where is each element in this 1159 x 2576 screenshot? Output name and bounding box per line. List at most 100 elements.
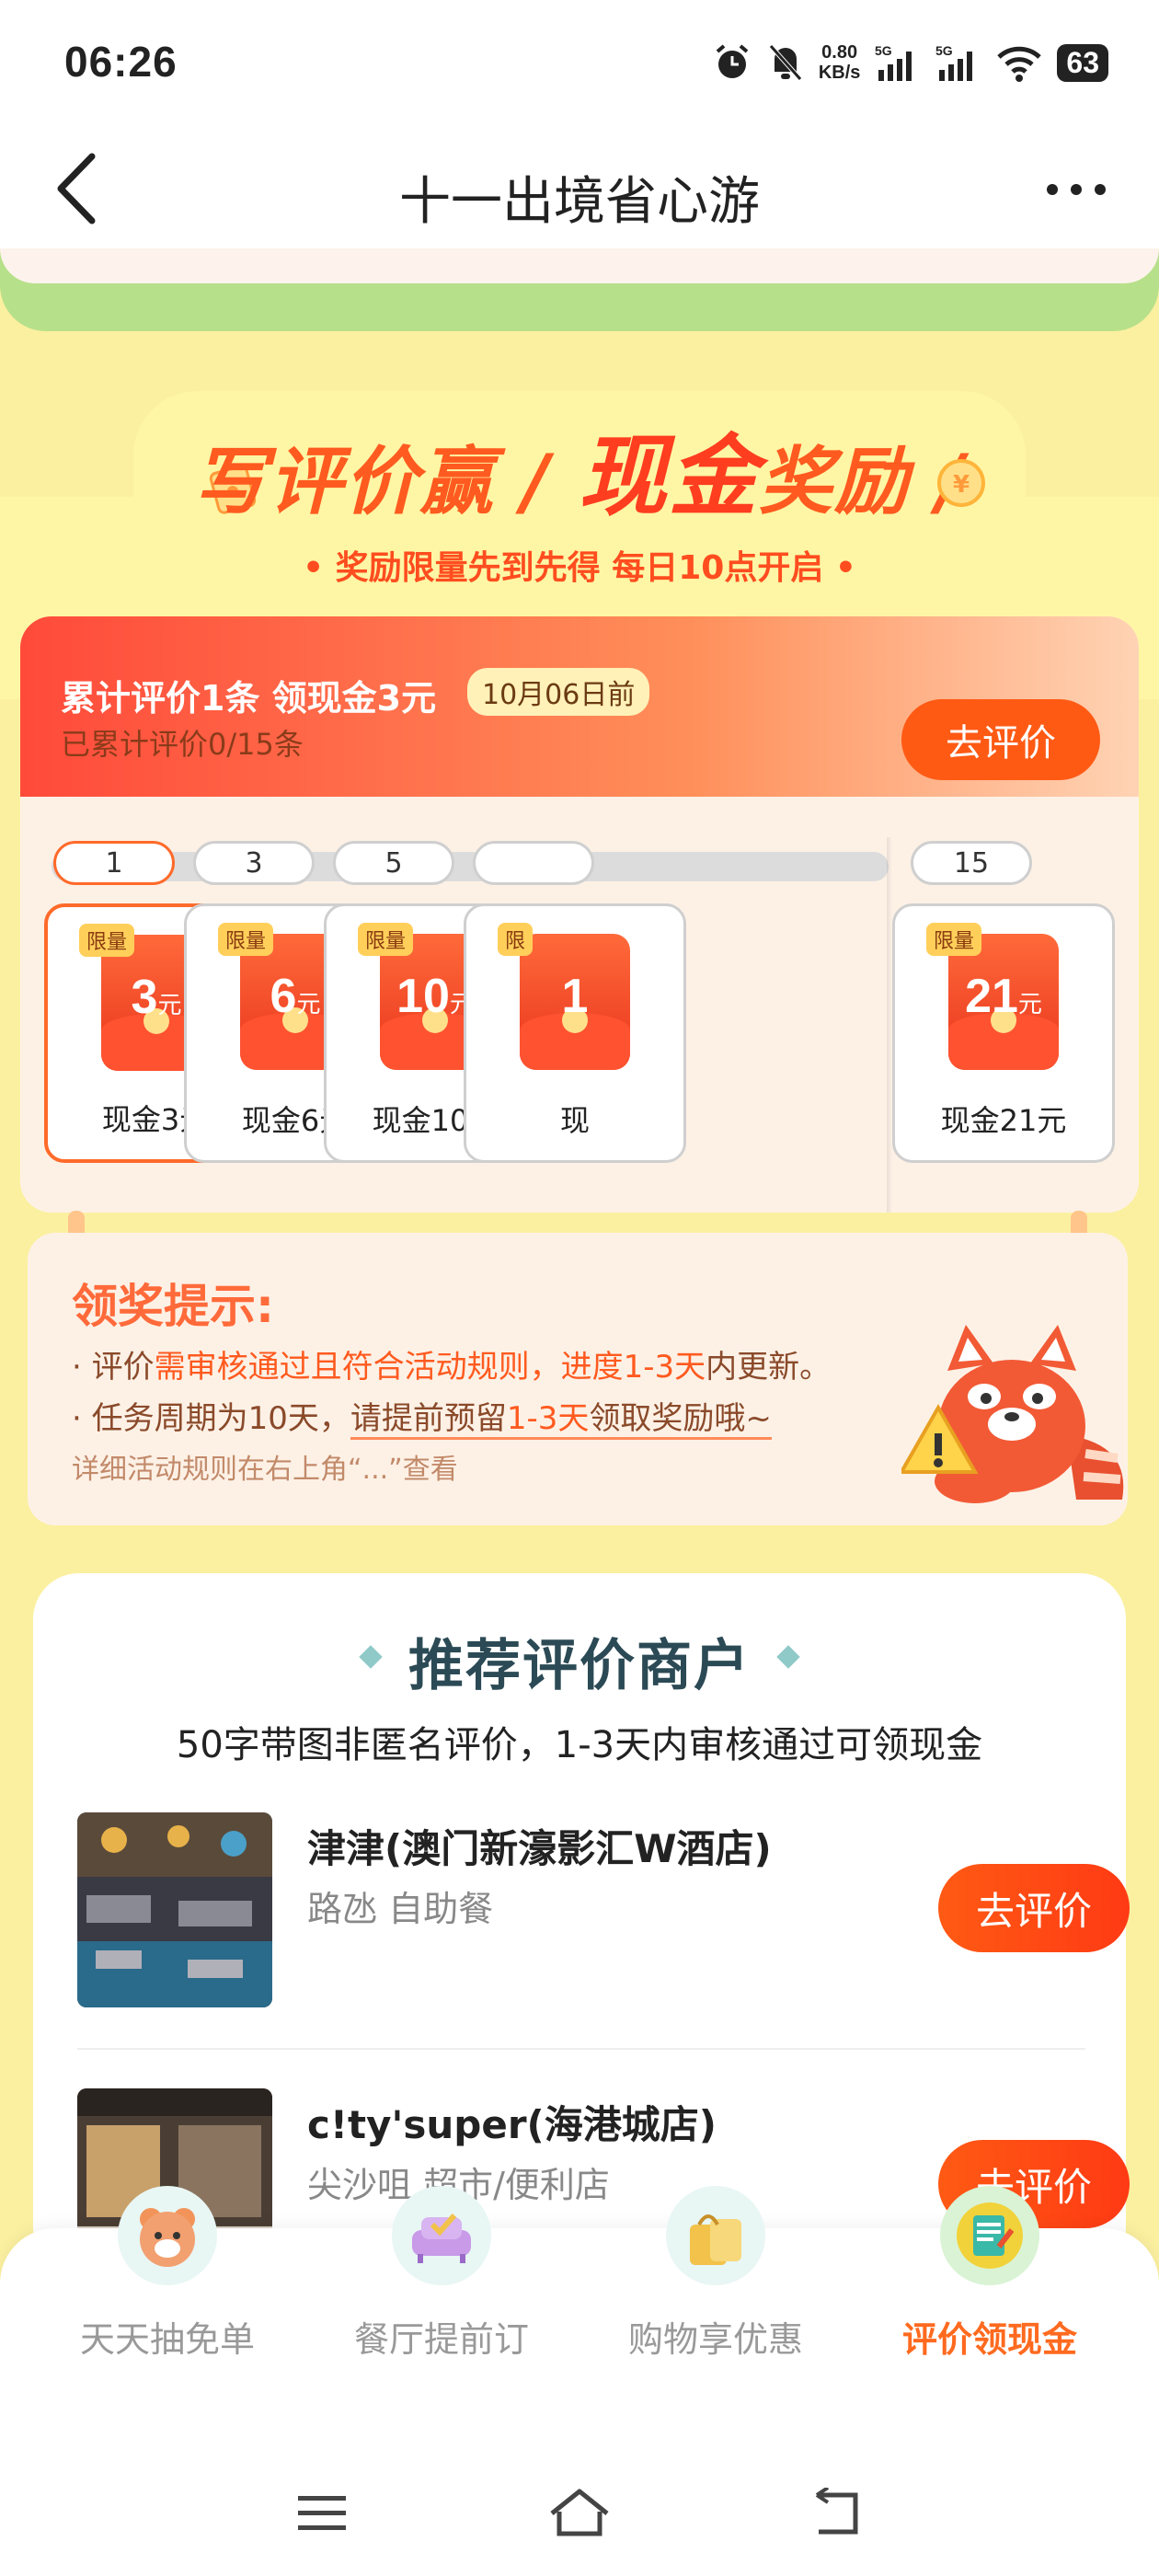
- tier-amount-unit: 元: [157, 991, 182, 1018]
- red-panda-mascot-icon: [898, 1288, 1141, 1509]
- tips-line-2-underlined: 请提前预留1-3天领取奖励哦~: [350, 1400, 772, 1440]
- tips-line-1-a: · 评价: [72, 1349, 155, 1386]
- net-speed-unit: KB/s: [818, 63, 861, 83]
- tips-line-2-b: 请提前预留: [350, 1400, 507, 1437]
- tier-amount-value: 1: [561, 970, 589, 1023]
- bottom-tab-bar: 天天抽免单 餐厅提前订 购物享优惠 评价领现金: [0, 2186, 1159, 2449]
- status-bar: 06:26 0.80 KB/s 5G 5G 63: [0, 0, 1159, 129]
- deadline-badge: 10月06日前: [467, 668, 650, 716]
- tier-amount-unit: 元: [1017, 990, 1042, 1018]
- banner-title-part1: 写评价赢: [193, 439, 495, 524]
- tab-shopping-deals[interactable]: 购物享优惠: [578, 2186, 854, 2449]
- tab-free-draw[interactable]: 天天抽免单: [29, 2186, 305, 2449]
- signal-1-text: 5G: [875, 43, 892, 58]
- alarm-icon: [712, 42, 752, 83]
- tier-amount-unit: 元: [296, 990, 321, 1018]
- page-title: 十一出境省心游: [399, 172, 760, 232]
- tier-tick-3: 3: [193, 841, 315, 885]
- nav-bar: 十一出境省心游: [0, 129, 1159, 248]
- limit-tag: 限量: [358, 923, 414, 956]
- home-button[interactable]: [543, 2477, 616, 2550]
- return-icon: [815, 2488, 858, 2535]
- tier-label: 现: [559, 1103, 590, 1138]
- merchant-section-title: 推荐评价商户: [408, 1634, 751, 1698]
- final-tier-panel: 15 限量 21元 现金21元: [892, 797, 1139, 1213]
- limit-tag: 限量: [218, 923, 274, 956]
- final-tier-shadow: [887, 837, 892, 1213]
- progress-track: [52, 852, 889, 881]
- tips-line-1-c: 1-3天: [623, 1349, 706, 1386]
- tips-line-1: · 评价需审核通过且符合活动规则，进度1-3天内更新。: [72, 1341, 831, 1386]
- merchant-category: 路氹 自助餐: [307, 1889, 494, 1929]
- tier-tick-5: 5: [333, 841, 454, 885]
- bear-icon: [118, 2186, 217, 2285]
- svg-text:¥: ¥: [953, 471, 970, 499]
- tips-line-2-d: 领取奖励哦~: [589, 1400, 772, 1437]
- tips-line-1-b: 需审核通过且符合活动规则，进度: [154, 1349, 624, 1386]
- tier-label: 现金21元: [940, 1103, 1067, 1138]
- system-nav-bar: [0, 2449, 1159, 2576]
- merchant-section-subtitle: 50字带图非匿名评价，1-3天内审核通过可领现金: [176, 1724, 983, 1766]
- status-icons: 0.80 KB/s 5G 5G 63: [712, 37, 1108, 88]
- tier-amount-value: 10: [396, 970, 450, 1023]
- network-speed: 0.80 KB/s: [819, 42, 861, 83]
- signal-icon-2: 5G: [935, 42, 981, 83]
- shopping-bag-icon: [666, 2186, 765, 2285]
- tier-amount: 21元: [948, 969, 1059, 1024]
- reward-header: 累计评价1条 领现金3元 10月06日前 已累计评价0/15条 去评价: [20, 616, 1139, 797]
- limit-tag: 限量: [79, 924, 135, 957]
- tips-title: 领奖提示:: [72, 1280, 274, 1333]
- tab-label: 评价领现金: [901, 2319, 1077, 2360]
- tab-label: 购物享优惠: [627, 2319, 803, 2360]
- merchant-card: 推荐评价商户 50字带图非匿名评价，1-3天内审核通过可领现金 津津(澳门新濠影…: [33, 1573, 1130, 2283]
- tier-amount-value: 3: [131, 971, 158, 1024]
- battery-indicator: 63: [1057, 43, 1108, 82]
- previous-card-edge: [0, 248, 1159, 283]
- reward-card: 累计评价1条 领现金3元 10月06日前 已累计评价0/15条 去评价 1 3 …: [20, 616, 1139, 1213]
- back-nav-button[interactable]: [800, 2477, 874, 2550]
- merchant-name[interactable]: 津津(澳门新濠影汇W酒店): [307, 1818, 772, 1874]
- tier-amount-value: 21: [965, 970, 1018, 1023]
- tab-review-cash[interactable]: 评价领现金: [852, 2186, 1128, 2449]
- merchant-name[interactable]: c!ty'super(海港城店): [307, 2094, 717, 2150]
- tab-restaurant-booking[interactable]: 餐厅提前订: [304, 2186, 580, 2449]
- restaurant-photo: [77, 1812, 272, 2007]
- banner-title-part3: 奖励: [758, 439, 910, 524]
- status-time: 06:26: [64, 38, 178, 86]
- tips-line-2: · 任务周期为10天，请提前预留1-3天领取奖励哦~: [72, 1393, 772, 1440]
- merchant-row[interactable]: 津津(澳门新濠影汇W酒店) 路氹 自助餐 去评价: [77, 1812, 1130, 2007]
- tips-line-2-c: 1-3天: [506, 1400, 590, 1437]
- hamburger-icon: [298, 2496, 346, 2530]
- go-review-button[interactable]: 去评价: [938, 1864, 1130, 1952]
- tier-amount-value: 6: [270, 970, 297, 1023]
- tips-line-1-d: 内更新。: [706, 1349, 832, 1386]
- reward-headline: 累计评价1条 领现金3元: [61, 678, 437, 719]
- banner-subtitle: • 奖励限量先到先得 每日10点开启 •: [303, 549, 856, 587]
- tier-amount: 1: [520, 969, 630, 1024]
- home-icon: [550, 2489, 609, 2536]
- mute-bell-icon: [767, 42, 804, 83]
- more-button[interactable]: [1039, 171, 1113, 208]
- reward-progress-text: 已累计评价0/15条: [61, 727, 304, 762]
- net-speed-value: 0.80: [821, 42, 858, 63]
- reward-tier-partial[interactable]: 限 1 现: [464, 903, 686, 1163]
- menu-button[interactable]: [285, 2477, 359, 2550]
- sofa-icon: [392, 2186, 491, 2285]
- tips-line-2-a: · 任务周期为10天，: [72, 1400, 350, 1437]
- tier-tick-15: 15: [911, 841, 1032, 885]
- more-dots-icon: [1047, 184, 1106, 195]
- signal-2-text: 5G: [935, 43, 953, 58]
- notepad-icon: [940, 2186, 1039, 2285]
- banner-separator: /: [495, 439, 579, 524]
- limit-tag: 限: [498, 923, 534, 956]
- coin-icon: ¥: [934, 455, 989, 511]
- signal-icon: 5G: [875, 42, 921, 83]
- reward-tier-final[interactable]: 限量 21元 现金21元: [892, 903, 1115, 1163]
- tier-tick-1: 1: [53, 841, 175, 885]
- merchant-divider: [77, 2048, 1085, 2050]
- go-review-button-top[interactable]: 去评价: [901, 699, 1100, 780]
- tips-note: 详细活动规则在右上角“...”查看: [72, 1454, 458, 1486]
- tier-tick-partial: [473, 841, 594, 885]
- limit-tag: 限量: [926, 923, 982, 956]
- tab-label: 餐厅提前订: [353, 2319, 529, 2360]
